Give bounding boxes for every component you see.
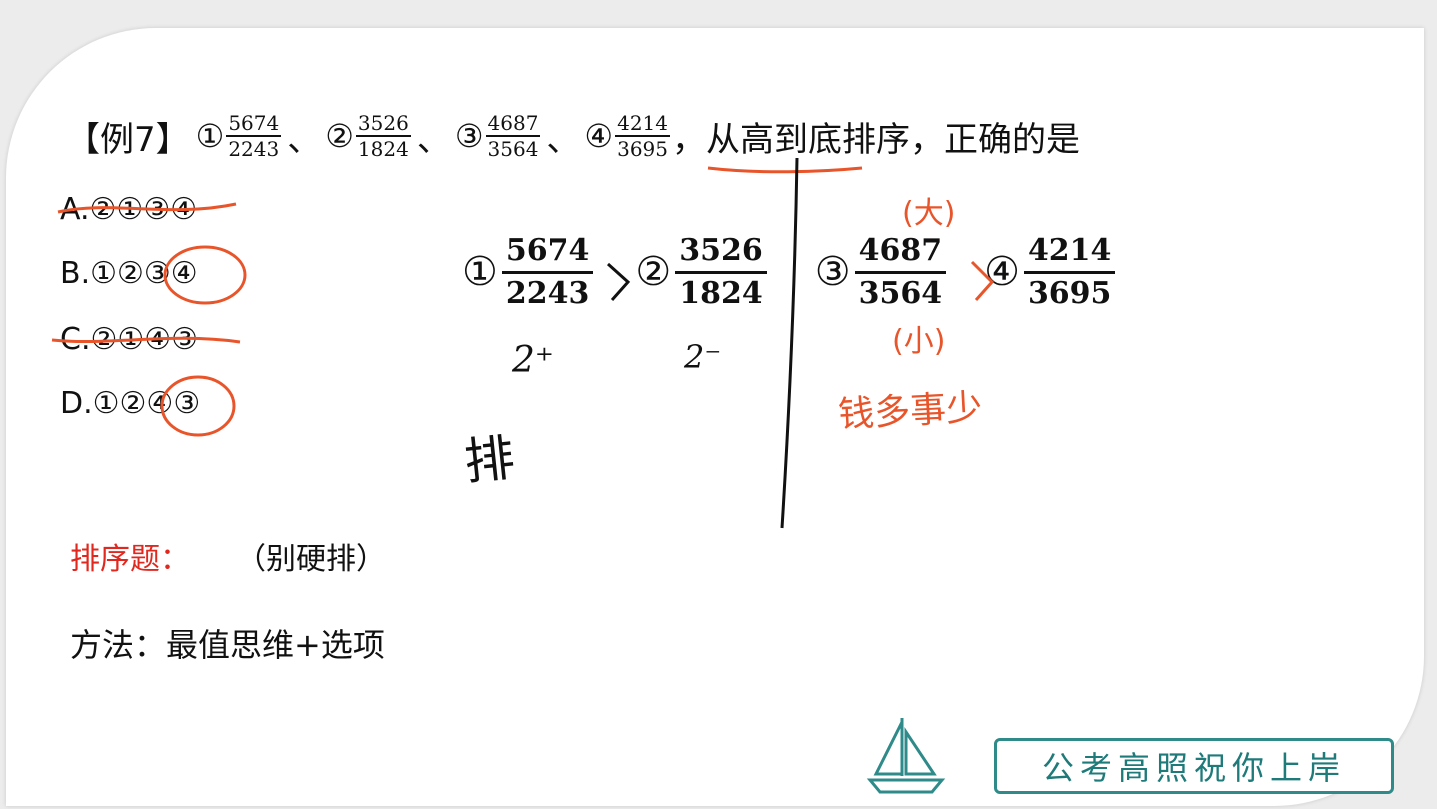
question-mark-2: ② bbox=[325, 117, 354, 155]
question-prefix: 【例7】 bbox=[66, 119, 190, 160]
worked-fraction-1: 5674 2243 bbox=[501, 231, 594, 314]
fraction-denominator: 2243 bbox=[228, 137, 280, 161]
hand-big: (大) bbox=[902, 196, 956, 231]
hand-two-plus: 2⁺ bbox=[512, 340, 554, 381]
worked-mark-2: ② bbox=[635, 249, 672, 295]
option-d[interactable]: D.①②④③ bbox=[60, 386, 200, 421]
fraction-denominator: 1824 bbox=[357, 137, 409, 161]
fraction-denominator: 3695 bbox=[617, 137, 669, 161]
method-label: 方法：最值思维+选项 bbox=[70, 626, 385, 664]
question-mark-3: ③ bbox=[454, 117, 484, 155]
fraction-numerator: 4687 bbox=[485, 111, 541, 137]
hand-two-minus: 2⁻ bbox=[684, 338, 722, 376]
question-fraction-3: 4687 3564 bbox=[485, 111, 541, 161]
question-mark-4: ④ bbox=[584, 117, 614, 155]
fraction-numerator: 4687 bbox=[854, 231, 947, 274]
hand-pai: 排 bbox=[461, 428, 518, 492]
fraction-denominator: 3695 bbox=[1027, 275, 1112, 311]
worked-mark-1: ① bbox=[462, 249, 498, 295]
worked-fraction-2: 3526 1824 bbox=[675, 231, 767, 314]
option-a[interactable]: A.②①③④ bbox=[60, 192, 197, 227]
question-tail: ，从高到底排序，正确的是 bbox=[672, 119, 1081, 160]
fraction-numerator: 4214 bbox=[1023, 231, 1116, 274]
worked-fraction-4: 4214 3695 bbox=[1023, 231, 1116, 314]
fraction-denominator: 1824 bbox=[679, 275, 763, 311]
logo-banner: 公考高照祝你上岸 bbox=[994, 738, 1394, 794]
question-fraction-1: 5674 2243 bbox=[226, 111, 282, 161]
fraction-numerator: 5674 bbox=[501, 231, 594, 274]
fraction-numerator: 5674 bbox=[226, 111, 282, 137]
worked-fraction-3: 4687 3564 bbox=[854, 231, 947, 314]
fraction-numerator: 3526 bbox=[355, 111, 411, 137]
hand-qian-duo: 钱多事少 bbox=[837, 387, 984, 436]
hand-small: (小) bbox=[892, 324, 946, 359]
worked-mark-4: ④ bbox=[984, 249, 1020, 295]
worked-fractions: ① 5674 2243 ② 3526 1824 ③ 4687 3564 ④ 42… bbox=[462, 224, 1119, 320]
option-c[interactable]: C.②①④③ bbox=[60, 322, 198, 357]
fraction-numerator: 3526 bbox=[675, 231, 767, 274]
separator: 、 bbox=[546, 119, 581, 160]
separator: 、 bbox=[416, 119, 451, 160]
worked-mark-3: ③ bbox=[814, 249, 851, 295]
question-fraction-2: 3526 1824 bbox=[355, 111, 411, 161]
question-fraction-4: 4214 3695 bbox=[615, 111, 671, 161]
question-mark-1: ① bbox=[195, 117, 225, 155]
question-line: 【例7】 ① 5674 2243 、 ② 3526 1824 、 ③ 4687 … bbox=[66, 100, 1080, 172]
separator: 、 bbox=[287, 119, 322, 160]
fraction-denominator: 3564 bbox=[858, 275, 943, 311]
fraction-numerator: 4214 bbox=[615, 111, 671, 137]
fraction-denominator: 2243 bbox=[505, 275, 590, 311]
option-b[interactable]: B.①②③④ bbox=[60, 256, 198, 291]
fraction-denominator: 3564 bbox=[487, 137, 539, 161]
sort-note: （别硬排） bbox=[236, 542, 386, 577]
sort-label: 排序题： bbox=[70, 542, 190, 577]
sailboat-icon bbox=[866, 718, 946, 794]
